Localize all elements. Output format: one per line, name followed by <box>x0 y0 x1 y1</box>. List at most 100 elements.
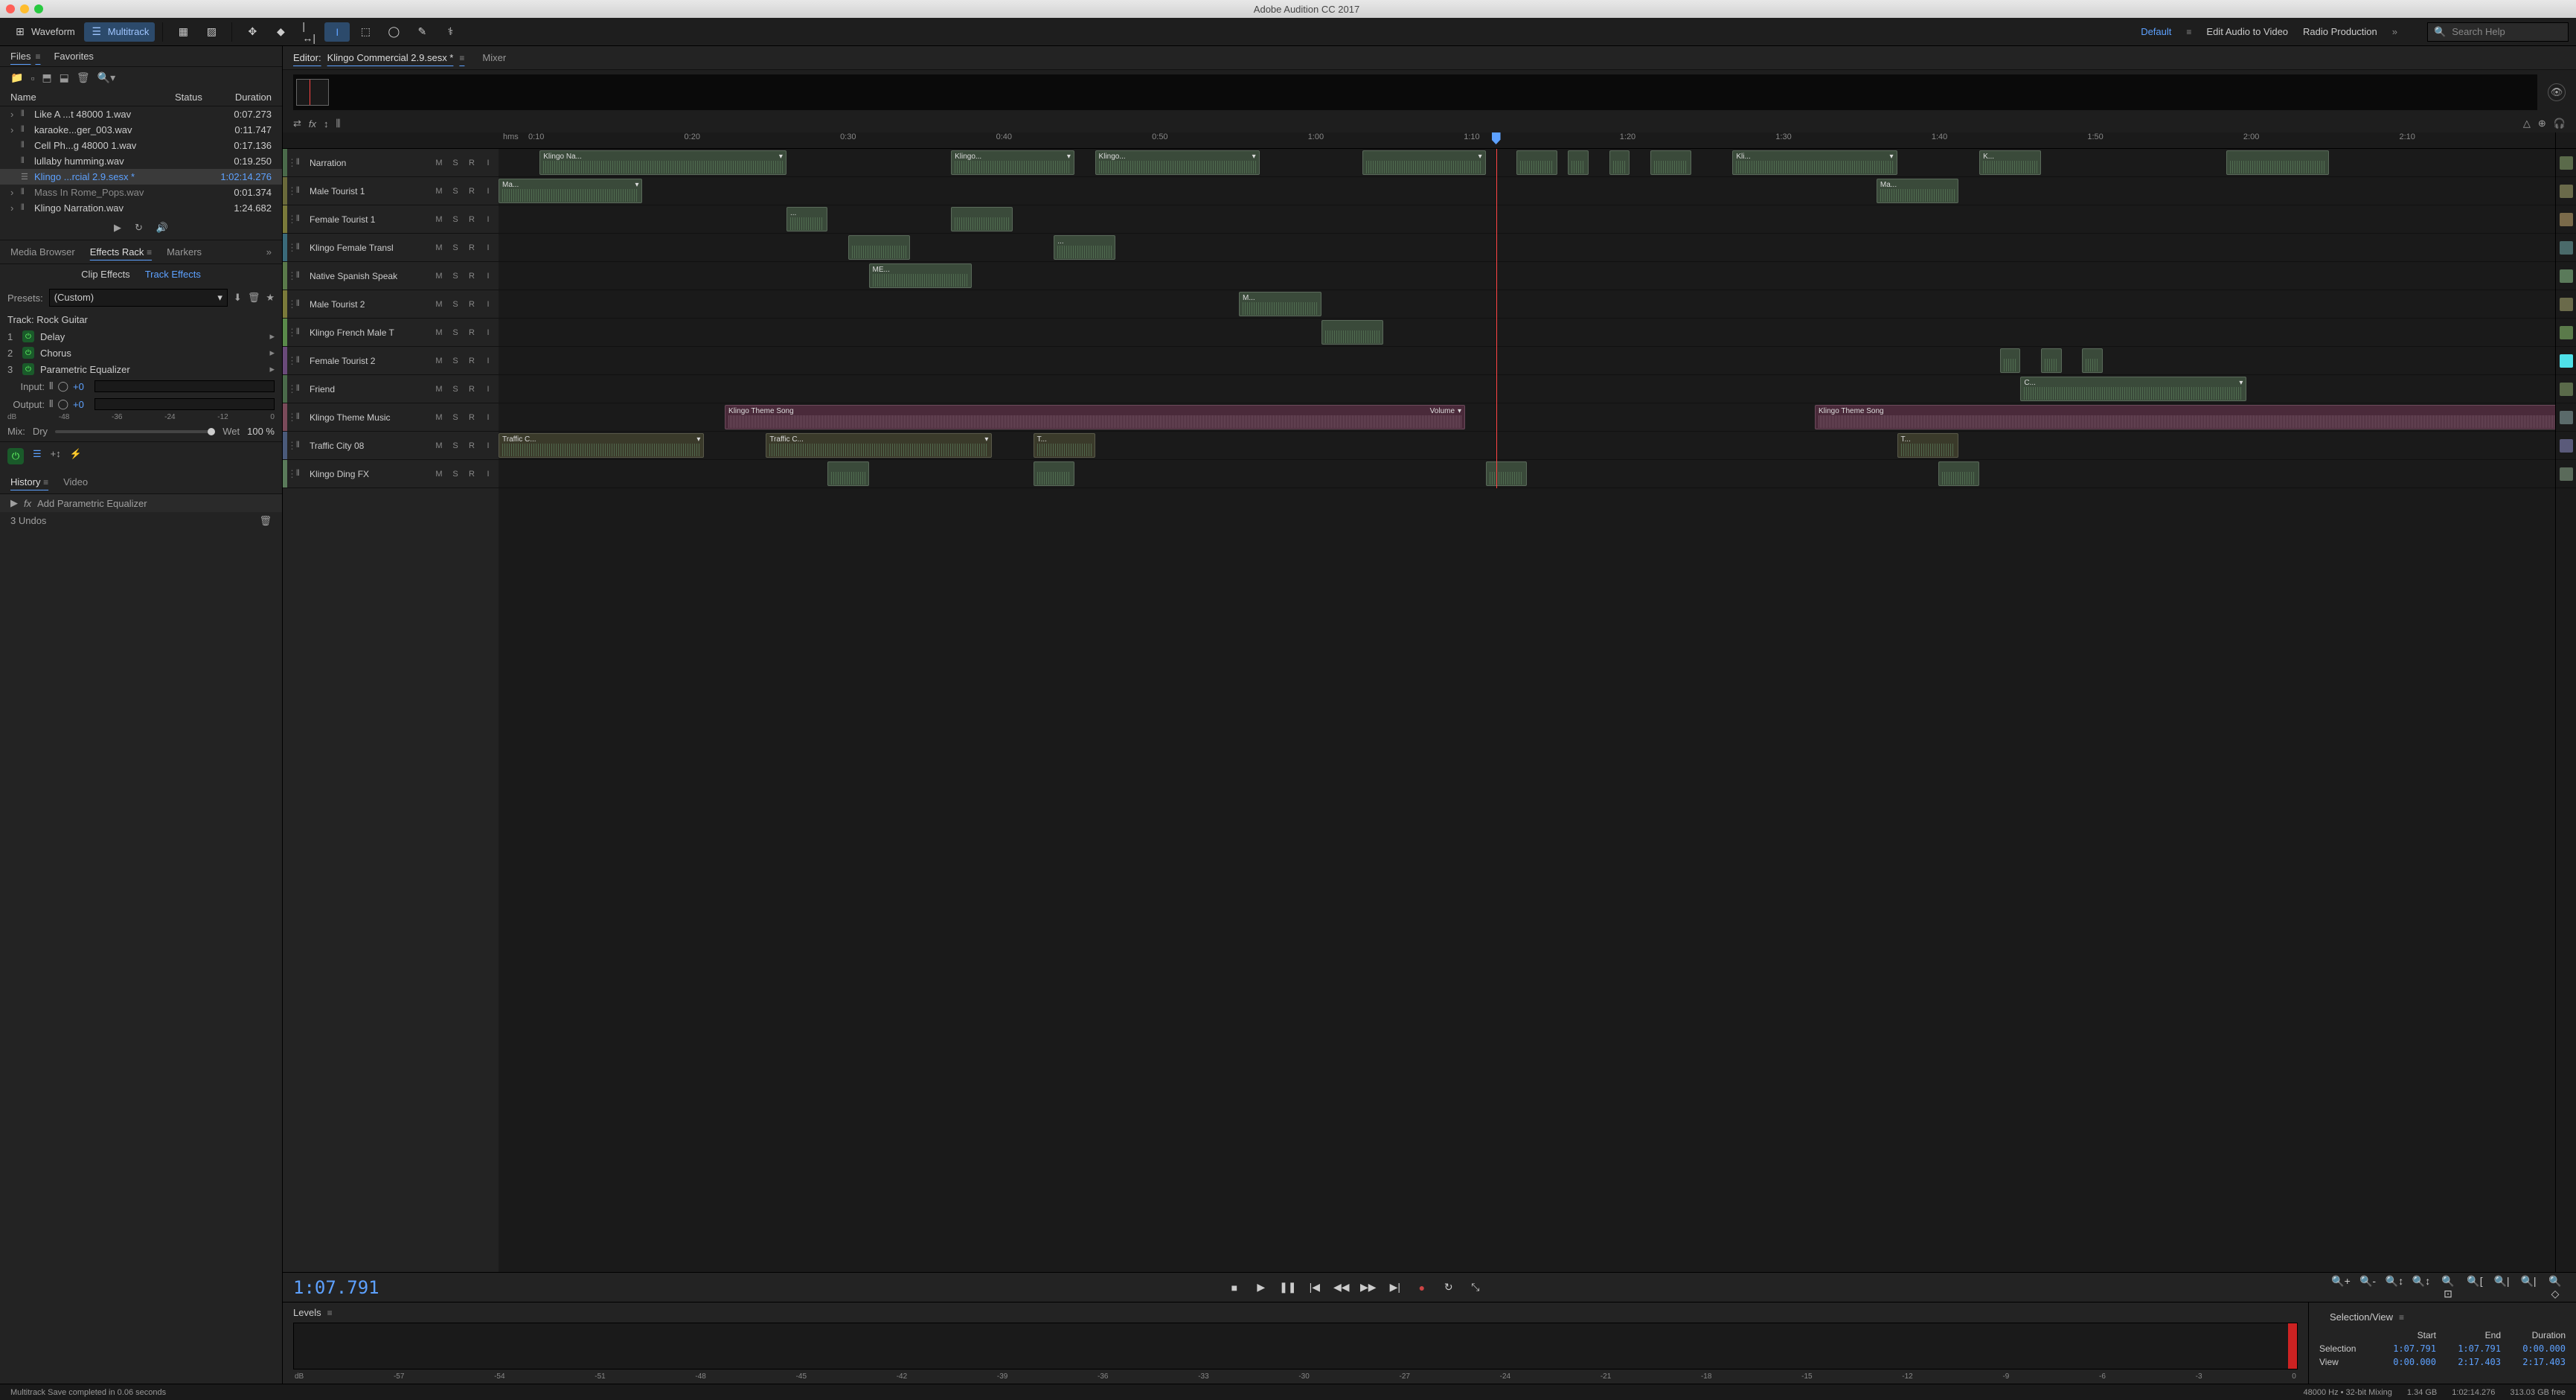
fx-expand-icon[interactable]: ▸ <box>269 330 275 342</box>
fx-expand-icon[interactable]: ▸ <box>269 363 275 375</box>
clip-menu-icon[interactable]: ▾ <box>1067 153 1071 161</box>
track-grip-icon[interactable]: ⋮ <box>287 214 296 226</box>
audio-clip[interactable] <box>1650 150 1691 175</box>
track-header[interactable]: ⋮ ⫴ Female Tourist 1 M S R I <box>283 205 499 234</box>
fx-power-icon[interactable]: ⏻ <box>22 363 34 375</box>
solo-button[interactable]: S <box>449 215 461 224</box>
send-icon[interactable]: ↕ <box>324 118 329 130</box>
clip-menu-icon[interactable]: ▾ <box>1889 153 1893 161</box>
effects-rack-tab[interactable]: Effects Rack ≡ <box>90 246 152 258</box>
audio-clip[interactable] <box>1516 150 1557 175</box>
solo-button[interactable]: S <box>449 470 461 479</box>
workspace-default[interactable]: Default <box>2141 26 2171 37</box>
record-button[interactable]: ● <box>1412 1282 1432 1294</box>
track-grip-icon[interactable]: ⋮ <box>287 468 296 480</box>
mute-button[interactable]: M <box>433 357 445 365</box>
fx-power-icon[interactable]: ⏻ <box>22 347 34 359</box>
audio-clip[interactable] <box>848 235 910 260</box>
files-menu-icon[interactable]: ≡ <box>35 51 40 62</box>
skip-selection-button[interactable]: ⤡ <box>1465 1281 1486 1294</box>
solo-button[interactable]: S <box>449 385 461 394</box>
track-lane[interactable]: C...▾ <box>499 375 2555 403</box>
file-row[interactable]: › ⫴ Like A ...t 48000 1.wav 0:07.273 <box>0 106 282 122</box>
monitor-input-button[interactable]: I <box>482 300 494 309</box>
solo-button[interactable]: S <box>449 300 461 309</box>
input-knob-icon[interactable]: ◯ <box>57 380 68 392</box>
solo-button[interactable]: S <box>449 357 461 365</box>
arm-record-button[interactable]: R <box>466 413 478 422</box>
time-selection-tool-icon[interactable]: I <box>324 22 350 42</box>
playhead[interactable] <box>1496 149 1497 488</box>
arm-record-button[interactable]: R <box>466 300 478 309</box>
audio-clip[interactable] <box>1486 461 1527 486</box>
overview-strip[interactable] <box>293 74 2537 110</box>
selview-menu-icon[interactable]: ≡ <box>2399 1312 2404 1323</box>
track-grip-icon[interactable]: ⋮ <box>287 242 296 254</box>
solo-button[interactable]: S <box>449 187 461 196</box>
spectral-freq-icon[interactable]: ▦ <box>170 22 196 42</box>
track-lane[interactable]: ... <box>499 205 2555 234</box>
monitor-input-button[interactable]: I <box>482 328 494 337</box>
monitor-input-button[interactable]: I <box>482 385 494 394</box>
track-header[interactable]: ⋮ ⫴ Native Spanish Speak M S R I <box>283 262 499 290</box>
open-file-icon[interactable]: 📁 <box>10 71 23 84</box>
audio-clip[interactable]: Klingo Na...▾ <box>539 150 786 175</box>
heal-tool-icon[interactable]: ⚕ <box>438 22 463 42</box>
track-lane[interactable]: Klingo Theme SongVolume▾Klingo Theme Son… <box>499 403 2555 432</box>
workspace-overflow-icon[interactable]: » <box>2392 26 2397 37</box>
view-start[interactable]: 0:00.000 <box>2379 1357 2436 1367</box>
audio-clip[interactable] <box>1568 150 1589 175</box>
overview-viewport[interactable] <box>296 79 329 106</box>
close-file-icon[interactable]: 🗑 <box>77 71 90 84</box>
files-tab[interactable]: Files≡ <box>10 51 40 62</box>
track-lane[interactable]: Ma...▾ Ma... <box>499 177 2555 205</box>
track-name[interactable]: Narration <box>310 158 433 168</box>
delete-history-icon[interactable]: 🗑 <box>259 515 272 527</box>
track-grip-icon[interactable]: ⋮ <box>287 355 296 367</box>
track-grip-icon[interactable]: ⋮ <box>287 412 296 423</box>
track-lane[interactable] <box>499 319 2555 347</box>
audio-clip[interactable]: Traffic C...▾ <box>766 433 992 458</box>
clip-menu-icon[interactable]: ▾ <box>2239 379 2243 387</box>
clip-menu-icon[interactable]: ▾ <box>779 153 783 161</box>
track-header[interactable]: ⋮ ⫴ Klingo Ding FX M S R I <box>283 460 499 488</box>
razor-tool-icon[interactable]: ◆ <box>268 22 293 42</box>
track-grip-icon[interactable]: ⋮ <box>287 185 296 197</box>
new-file-icon[interactable]: ▫ <box>31 72 34 84</box>
rack-list-icon[interactable]: ☰ <box>33 448 42 464</box>
zoom-full-icon[interactable]: 🔍⊡ <box>2438 1275 2458 1300</box>
waveform-view-button[interactable]: ⊞ Waveform <box>7 22 81 42</box>
track-header[interactable]: ⋮ ⫴ Narration M S R I <box>283 149 499 177</box>
arm-record-button[interactable]: R <box>466 243 478 252</box>
clip-indicator[interactable] <box>2288 1323 2297 1369</box>
audio-clip[interactable]: C...▾ <box>2020 377 2246 401</box>
output-value[interactable]: +0 <box>73 399 84 410</box>
monitor-input-button[interactable]: I <box>482 215 494 224</box>
monitor-input-button[interactable]: I <box>482 413 494 422</box>
monitor-input-button[interactable]: I <box>482 243 494 252</box>
auto-play-icon[interactable]: 🔊 <box>156 222 168 234</box>
audio-clip[interactable]: Ma... <box>1877 179 1959 203</box>
maximize-window-button[interactable] <box>34 4 43 13</box>
loop-icon[interactable]: ↻ <box>135 222 143 234</box>
track-grip-icon[interactable]: ⋮ <box>287 327 296 339</box>
mute-button[interactable]: M <box>433 470 445 479</box>
audio-clip[interactable]: Ma...▾ <box>499 179 642 203</box>
arm-record-button[interactable]: R <box>466 357 478 365</box>
track-name[interactable]: Klingo French Male T <box>310 327 433 338</box>
track-header[interactable]: ⋮ ⫴ Klingo Theme Music M S R I <box>283 403 499 432</box>
monitor-icon[interactable]: 🎧 <box>2554 118 2566 130</box>
track-header[interactable]: ⋮ ⫴ Klingo Female Transl M S R I <box>283 234 499 262</box>
track-name[interactable]: Klingo Female Transl <box>310 243 433 253</box>
audio-clip[interactable] <box>827 461 868 486</box>
audio-clip[interactable]: T... <box>1034 433 1095 458</box>
insert-icon[interactable]: ⬓ <box>60 71 69 84</box>
view-dur[interactable]: 2:17.403 <box>2508 1357 2566 1367</box>
audio-clip[interactable]: Klingo...▾ <box>1095 150 1260 175</box>
monitor-input-button[interactable]: I <box>482 187 494 196</box>
go-start-button[interactable]: |◀ <box>1304 1281 1325 1294</box>
track-lane[interactable] <box>499 347 2555 375</box>
expand-icon[interactable]: › <box>10 124 21 135</box>
move-tool-icon[interactable]: ✥ <box>240 22 265 42</box>
clip-menu-icon[interactable]: ▾ <box>635 181 638 189</box>
